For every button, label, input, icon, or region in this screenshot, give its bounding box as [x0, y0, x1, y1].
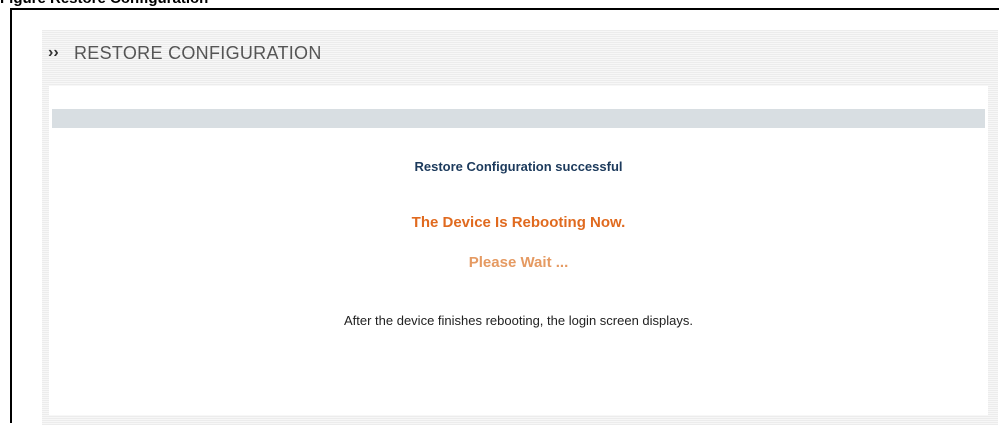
- rebooting-message: The Device Is Rebooting Now.: [411, 214, 626, 231]
- panel-header-strip: [52, 109, 985, 128]
- restore-configuration-window: ›› RESTORE CONFIGURATION Restore Configu…: [42, 30, 998, 425]
- figure-caption: Figure Restore Configuration: [0, 0, 208, 8]
- please-wait-message: Please Wait ...: [468, 254, 569, 271]
- success-message: Restore Configuration successful: [414, 159, 623, 174]
- double-chevron-right-icon: ››: [48, 44, 59, 61]
- title-bar: ›› RESTORE CONFIGURATION: [42, 30, 998, 85]
- figure-frame: ›› RESTORE CONFIGURATION Restore Configu…: [10, 8, 999, 425]
- page-title: RESTORE CONFIGURATION: [74, 43, 322, 63]
- content-panel: Restore Configuration successful The Dev…: [49, 86, 988, 415]
- info-message: After the device finishes rebooting, the…: [343, 313, 694, 328]
